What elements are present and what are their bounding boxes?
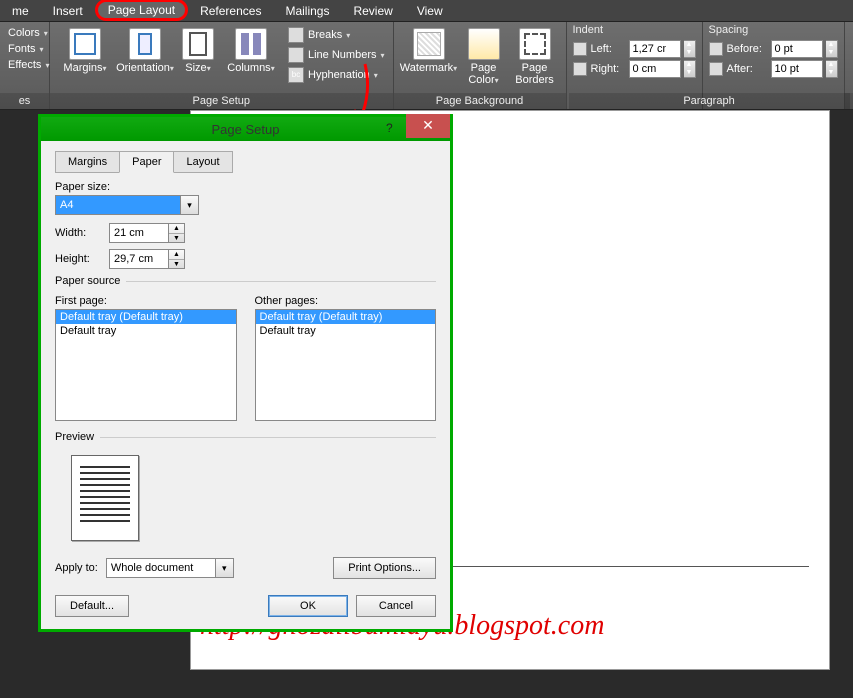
- width-spinner[interactable]: ▲▼: [169, 223, 185, 243]
- spacing-before-spinner[interactable]: ▲▼: [826, 40, 838, 58]
- apply-to-dropdown[interactable]: ▾: [216, 558, 234, 578]
- list-item[interactable]: Default tray: [56, 324, 236, 338]
- first-page-label: First page:: [55, 295, 237, 307]
- indent-right-label: Right:: [591, 63, 625, 75]
- orientation-icon: [129, 28, 161, 60]
- paper-size-dropdown[interactable]: ▾: [181, 195, 199, 215]
- dialog-title: Page Setup: [212, 122, 280, 137]
- paper-size-combo[interactable]: [55, 195, 181, 215]
- tab-review[interactable]: Review: [341, 1, 404, 21]
- indent-right-icon: [573, 62, 587, 76]
- list-item[interactable]: Default tray (Default tray): [56, 310, 236, 324]
- theme-fonts-button[interactable]: Fonts▾: [6, 42, 43, 56]
- cancel-button[interactable]: Cancel: [356, 595, 436, 617]
- ok-button[interactable]: OK: [268, 595, 348, 617]
- list-item[interactable]: Default tray: [256, 324, 436, 338]
- watermark-button[interactable]: Watermark▾: [400, 26, 458, 74]
- page-borders-button[interactable]: Page Borders: [510, 26, 560, 86]
- page-background-group-label: Page Background: [394, 93, 566, 109]
- indent-left-label: Left:: [591, 43, 625, 55]
- indent-left-icon: [573, 42, 587, 56]
- other-pages-listbox[interactable]: Default tray (Default tray) Default tray: [255, 309, 437, 421]
- themes-group-label: es: [0, 93, 49, 109]
- tab-view[interactable]: View: [405, 1, 455, 21]
- spacing-before-input[interactable]: [771, 40, 823, 58]
- orientation-button[interactable]: Orientation▾: [116, 26, 174, 74]
- theme-effects-button[interactable]: Effects▾: [6, 58, 43, 72]
- default-button[interactable]: Default...: [55, 595, 129, 617]
- dialog-close-button[interactable]: ✕: [406, 114, 450, 138]
- columns-icon: [235, 28, 267, 60]
- indent-left-spinner[interactable]: ▲▼: [684, 40, 696, 58]
- margins-button[interactable]: Margins▾: [56, 26, 114, 74]
- height-label: Height:: [55, 253, 101, 265]
- page-setup-dialog: Page Setup ? ✕ Margins Paper Layout Pape…: [38, 114, 453, 632]
- hyphenation-icon: bc: [288, 67, 304, 83]
- tab-references[interactable]: References: [188, 1, 273, 21]
- margins-icon: [69, 28, 101, 60]
- tab-mailings[interactable]: Mailings: [273, 1, 341, 21]
- spacing-before-icon: [709, 42, 723, 56]
- breaks-icon: [288, 27, 304, 43]
- dropdown-icon: ▾: [40, 45, 44, 54]
- width-label: Width:: [55, 227, 101, 239]
- indent-right-spinner[interactable]: ▲▼: [684, 60, 696, 78]
- height-spinner[interactable]: ▲▼: [169, 249, 185, 269]
- first-page-listbox[interactable]: Default tray (Default tray) Default tray: [55, 309, 237, 421]
- breaks-button[interactable]: Breaks ▾: [286, 26, 387, 44]
- page-color-icon: [468, 28, 500, 60]
- paper-source-legend: Paper source: [55, 275, 126, 287]
- spacing-after-spinner[interactable]: ▲▼: [826, 60, 838, 78]
- spacing-title: Spacing: [709, 24, 749, 36]
- watermark-icon: [413, 28, 445, 60]
- tab-insert[interactable]: Insert: [41, 1, 95, 21]
- tab-page-layout[interactable]: Page Layout: [95, 0, 188, 21]
- height-input[interactable]: [109, 249, 169, 269]
- page-setup-group-label: Page Setup: [50, 93, 393, 109]
- dialog-tab-paper[interactable]: Paper: [119, 151, 174, 173]
- dropdown-icon: ▾: [44, 29, 48, 38]
- preview-thumbnail: [71, 455, 139, 541]
- width-input[interactable]: [109, 223, 169, 243]
- other-pages-label: Other pages:: [255, 295, 437, 307]
- indent-right-input[interactable]: [629, 60, 681, 78]
- spacing-before-label: Before:: [727, 43, 767, 55]
- tab-home[interactable]: me: [0, 1, 41, 21]
- apply-to-label: Apply to:: [55, 562, 98, 574]
- theme-colors-button[interactable]: Colors▾: [6, 26, 43, 40]
- dialog-help-button[interactable]: ?: [386, 121, 404, 139]
- indent-title: Indent: [573, 24, 604, 36]
- indent-left-input[interactable]: [629, 40, 681, 58]
- apply-to-combo[interactable]: [106, 558, 216, 578]
- size-button[interactable]: Size▾: [176, 26, 220, 74]
- hyphenation-button[interactable]: bcHyphenation ▾: [286, 66, 387, 84]
- list-item[interactable]: Default tray (Default tray): [256, 310, 436, 324]
- paragraph-group-label: Paragraph: [569, 93, 850, 109]
- dialog-tab-margins[interactable]: Margins: [55, 151, 120, 173]
- columns-button[interactable]: Columns▾: [222, 26, 280, 74]
- dialog-tab-layout[interactable]: Layout: [173, 151, 232, 173]
- page-color-button[interactable]: Page Color▾: [460, 26, 508, 86]
- spacing-after-input[interactable]: [771, 60, 823, 78]
- size-icon: [182, 28, 214, 60]
- preview-legend: Preview: [55, 431, 100, 443]
- spacing-after-icon: [709, 62, 723, 76]
- line-numbers-icon: [288, 47, 304, 63]
- page-borders-icon: [519, 28, 551, 60]
- dropdown-icon: ▾: [45, 61, 49, 70]
- spacing-after-label: After:: [727, 63, 767, 75]
- line-numbers-button[interactable]: Line Numbers ▾: [286, 46, 387, 64]
- paper-size-label: Paper size:: [55, 181, 436, 193]
- print-options-button[interactable]: Print Options...: [333, 557, 436, 579]
